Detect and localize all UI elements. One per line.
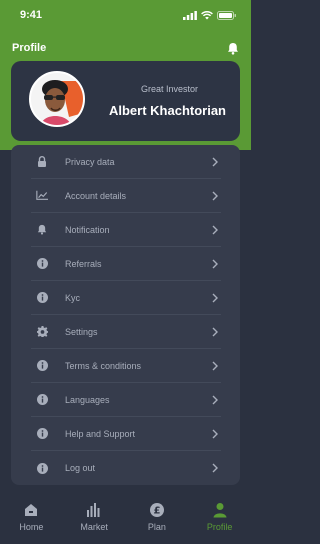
tab-bar: Home Market £ Plan Profile (0, 492, 251, 544)
pound-coin-icon: £ (149, 503, 164, 517)
profile-card: Great Investor Albert Khachtorian (11, 61, 240, 141)
info-icon (36, 394, 48, 406)
chevron-right-icon (212, 293, 218, 302)
chevron-right-icon (212, 429, 218, 438)
bell-icon (36, 224, 48, 236)
wifi-icon (201, 10, 213, 19)
menu-item-notification[interactable]: Notification (31, 213, 221, 247)
menu-item-label: Settings (65, 326, 98, 337)
tab-label: Home (19, 522, 44, 532)
tab-label: Plan (147, 522, 166, 532)
menu-item-privacy-data[interactable]: Privacy data (31, 145, 221, 179)
menu-item-label: Account details (65, 190, 127, 201)
home-icon (25, 504, 38, 516)
chevron-right-icon (212, 225, 218, 234)
chevron-right-icon (212, 361, 218, 370)
chevron-right-icon (212, 191, 218, 200)
info-icon (36, 428, 48, 440)
menu-item-label: Help and Support (65, 428, 136, 439)
menu-item-languages[interactable]: Languages (31, 383, 221, 417)
tab-label: Market (80, 522, 108, 532)
menu-item-label: Notification (65, 224, 110, 235)
status-bar: 9:41 (0, 0, 251, 30)
menu-panel: Privacy data Account details Notificatio… (11, 145, 240, 485)
chevron-right-icon (212, 395, 218, 404)
tab-label: Profile (206, 522, 233, 532)
lock-icon (36, 156, 48, 168)
bar-chart-icon (87, 503, 100, 517)
menu-item-help-support[interactable]: Help and Support (31, 417, 221, 451)
chevron-right-icon (212, 157, 218, 166)
avatar[interactable] (29, 71, 85, 127)
menu-item-account-details[interactable]: Account details (31, 179, 221, 213)
bell-icon[interactable] (227, 42, 239, 55)
menu-item-label: Log out (65, 463, 96, 473)
info-icon (36, 360, 48, 372)
gear-icon (36, 326, 48, 338)
chart-line-icon (36, 190, 48, 202)
menu-item-label: Privacy data (65, 156, 115, 167)
signal-icon (183, 10, 197, 20)
menu-item-referrals[interactable]: Referrals (31, 247, 221, 281)
menu-item-label: Terms & conditions (65, 360, 142, 371)
menu-item-label: Languages (65, 394, 110, 405)
svg-text:£: £ (153, 506, 160, 517)
chevron-right-icon (212, 463, 218, 473)
header: Profile (0, 38, 251, 58)
battery-icon (217, 10, 236, 20)
user-name: Albert Khachtorian (108, 103, 226, 118)
tab-plan[interactable]: £ Plan (126, 492, 189, 544)
info-icon (36, 292, 48, 304)
status-time: 9:41 (20, 9, 43, 21)
info-icon (36, 462, 48, 474)
menu-item-label: Kyc (65, 292, 81, 303)
menu-item-label: Referrals (65, 258, 102, 269)
menu-item-kyc[interactable]: Kyc (31, 281, 221, 315)
menu-item-settings[interactable]: Settings (31, 315, 221, 349)
tab-profile[interactable]: Profile (188, 492, 251, 544)
status-icons (183, 10, 237, 20)
tab-home[interactable]: Home (0, 492, 63, 544)
info-icon (36, 258, 48, 270)
menu-item-terms[interactable]: Terms & conditions (31, 349, 221, 383)
user-icon (213, 503, 227, 518)
page-title: Profile (12, 42, 47, 54)
chevron-right-icon (212, 327, 218, 336)
menu-item-log-out[interactable]: Log out (31, 451, 221, 485)
user-role: Great Investor (140, 84, 198, 94)
chevron-right-icon (212, 259, 218, 268)
tab-market[interactable]: Market (63, 492, 126, 544)
